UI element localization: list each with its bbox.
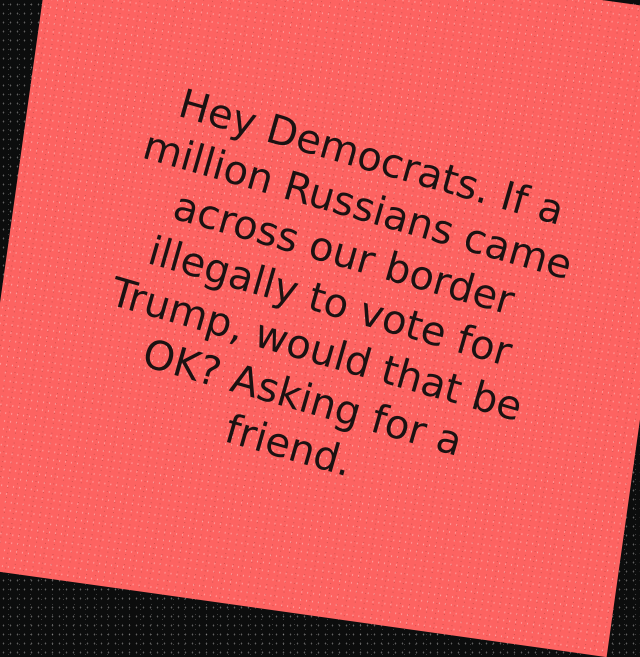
note-text: Hey Democrats. If a million Russians cam… [0,0,640,640]
note-text-block: Hey Democrats. If a million Russians cam… [32,62,628,542]
